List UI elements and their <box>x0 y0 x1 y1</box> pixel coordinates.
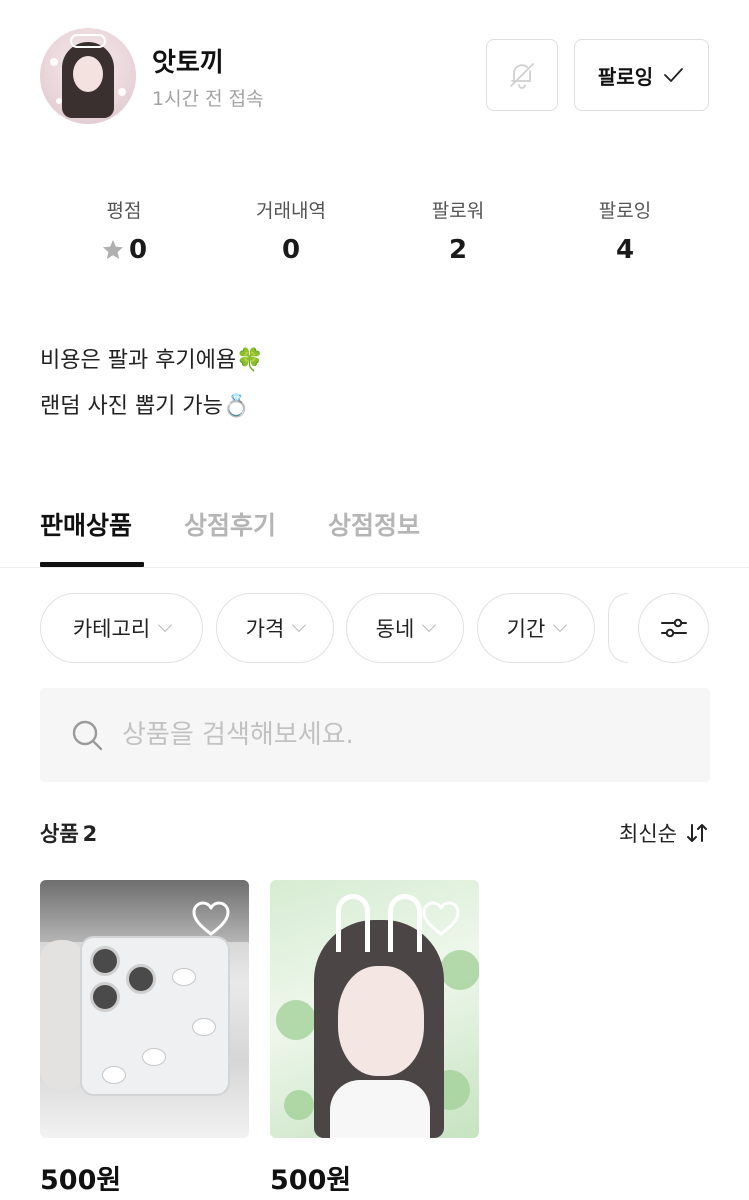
bell-off-icon <box>510 63 534 89</box>
product-card[interactable]: 500원 <box>270 880 479 1200</box>
tab-reviews[interactable]: 상점후기 <box>184 506 276 542</box>
product-count-label: 상품 <box>40 822 79 846</box>
stat-transactions[interactable]: 거래내역 0 <box>207 196 375 265</box>
star-icon <box>102 240 123 259</box>
filter-period[interactable]: 기간 <box>477 593 595 663</box>
filter-label: 동네 <box>375 617 415 641</box>
stat-label: 평점 <box>106 200 142 222</box>
product-search-box <box>40 688 710 782</box>
product-image[interactable] <box>40 880 249 1138</box>
active-tab-indicator <box>40 562 144 567</box>
bio-line: 랜덤 사진 뽑기 가능💍 <box>40 394 251 419</box>
heart-icon[interactable] <box>191 900 231 938</box>
filter-label: 가격 <box>245 617 285 641</box>
profile-header: 앗토끼 1시간 전 접속 팔로잉 <box>40 28 710 124</box>
product-image[interactable] <box>270 880 479 1138</box>
stat-label: 팔로잉 <box>598 200 652 222</box>
filter-label: 카테고리 <box>72 617 151 641</box>
stat-followers[interactable]: 팔로워 2 <box>374 196 542 265</box>
following-button[interactable]: 팔로잉 <box>574 39 709 111</box>
bio-line: 비용은 팔과 후기에욤🍀 <box>40 348 264 373</box>
chevron-down-icon <box>553 617 568 633</box>
sort-arrows-icon <box>687 824 707 842</box>
filter-price[interactable]: 가격 <box>216 593 334 663</box>
shop-tabs: 판매상품 상점후기 상점정보 <box>0 498 749 568</box>
filter-label: 기간 <box>506 617 546 641</box>
product-card[interactable]: 500원 <box>40 880 249 1200</box>
shop-bio: 비용은 팔과 후기에욤🍀 랜덤 사진 뽑기 가능💍 <box>40 338 264 430</box>
product-price: 500원 <box>270 1165 352 1196</box>
chevron-down-icon <box>422 617 437 633</box>
avatar[interactable] <box>40 28 136 124</box>
filter-neighborhood[interactable]: 동네 <box>346 593 464 663</box>
product-count-number: 2 <box>82 822 98 846</box>
chevron-down-icon <box>292 617 307 633</box>
filter-chip-partial[interactable] <box>608 593 628 663</box>
heart-icon[interactable] <box>421 900 461 938</box>
shop-name: 앗토끼 <box>152 48 224 78</box>
shop-stats: 평점 0 거래내역 0 팔로워 2 팔로잉 4 <box>40 196 710 276</box>
search-icon <box>72 720 103 751</box>
sliders-icon <box>660 618 687 638</box>
last-seen-text: 1시간 전 접속 <box>152 88 264 110</box>
stat-value: 2 <box>448 235 468 265</box>
filter-category[interactable]: 카테고리 <box>40 593 203 663</box>
stat-value: 0 <box>281 235 301 265</box>
tab-shop-info[interactable]: 상점정보 <box>328 506 420 542</box>
product-price: 500원 <box>40 1165 122 1196</box>
product-count: 상품 2 <box>40 818 97 848</box>
chevron-down-icon <box>158 617 173 633</box>
check-icon <box>664 68 683 82</box>
stat-label: 거래내역 <box>256 200 326 222</box>
following-label: 팔로잉 <box>597 64 654 89</box>
search-input[interactable] <box>122 720 642 750</box>
notification-button[interactable] <box>486 39 558 111</box>
stat-value: 4 <box>615 235 635 265</box>
sort-label: 최신순 <box>619 822 677 846</box>
stat-value: 0 <box>128 235 148 265</box>
stat-following[interactable]: 팔로잉 4 <box>541 196 709 265</box>
sort-button[interactable]: 최신순 <box>619 818 709 848</box>
tab-products[interactable]: 판매상품 <box>40 506 132 542</box>
stat-rating[interactable]: 평점 0 <box>40 196 208 265</box>
filter-bar: 카테고리 가격 동네 기간 <box>40 593 710 665</box>
filter-settings-button[interactable] <box>638 593 709 663</box>
stat-label: 팔로워 <box>431 200 485 222</box>
